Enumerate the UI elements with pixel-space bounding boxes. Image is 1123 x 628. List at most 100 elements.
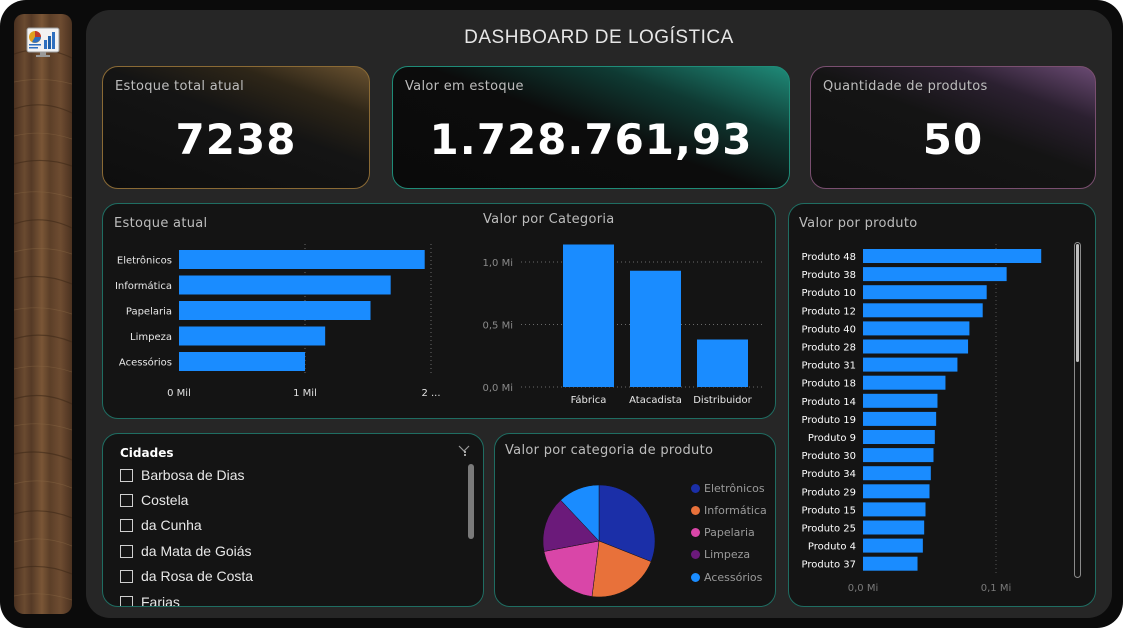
kpi-card-product-count[interactable]: Quantidade de produtos 50: [810, 66, 1096, 189]
kpi-value: 7238: [175, 115, 297, 164]
bar[interactable]: [863, 502, 926, 517]
bar[interactable]: [863, 556, 918, 571]
bar[interactable]: [863, 303, 983, 318]
y-category-label: Produto 30: [802, 451, 857, 462]
kpi-card-total-stock[interactable]: Estoque total atual 7238: [102, 66, 370, 189]
city-option[interactable]: Barbosa de Dias: [120, 465, 245, 485]
legend-dot: [691, 483, 700, 493]
y-category-label: Produto 15: [802, 505, 857, 516]
product-scrollbar[interactable]: [1074, 242, 1081, 578]
bar[interactable]: [179, 250, 425, 269]
cities-slicer: Cidades Barbosa de Dias Costela da Cunha: [102, 433, 484, 607]
bar[interactable]: [863, 411, 937, 426]
bar[interactable]: [863, 430, 935, 444]
bar[interactable]: [179, 326, 326, 346]
left-sidebar: [14, 14, 72, 614]
product-bar-chart[interactable]: 0,0 Mi 0,1 Mi Produto 48 Produto 38 Produto …: [789, 204, 1074, 607]
dashboard-report-icon[interactable]: [26, 26, 60, 60]
checkbox[interactable]: [120, 595, 133, 606]
bar[interactable]: [863, 466, 931, 481]
y-category-label: Produto 18: [802, 379, 857, 390]
y-category-label: Acessórios: [119, 357, 172, 369]
legend-dot: [691, 505, 700, 515]
x-category-label: Fábrica: [571, 394, 607, 406]
bar[interactable]: [863, 339, 969, 354]
legend-label: Acessórios: [704, 570, 763, 584]
product-value-panel: Valor por produto 0,0 Mi 0,1 Mi Produto 48…: [788, 203, 1096, 607]
y-category-label: Produto 29: [802, 487, 857, 498]
x-tick-label: 0,0 Mi: [848, 583, 879, 594]
bar[interactable]: [863, 285, 987, 300]
bar[interactable]: [863, 448, 934, 463]
legend-dot: [691, 549, 700, 559]
city-option[interactable]: da Rosa de Costa: [120, 566, 253, 586]
bar[interactable]: [179, 352, 305, 371]
scrollbar-thumb[interactable]: [1076, 244, 1079, 362]
x-tick-label: 1 Mil: [293, 388, 317, 399]
cities-scrollbar[interactable]: [468, 464, 474, 539]
bar[interactable]: [863, 484, 930, 499]
category-column-chart[interactable]: 0,0 Mi 0,5 Mi 1,0 Mi Fábrica Atacadista Distr…: [473, 204, 773, 419]
bar[interactable]: [179, 301, 371, 320]
city-option[interactable]: Costela: [120, 490, 188, 510]
bar[interactable]: [863, 249, 1042, 263]
kpi-label: Estoque total atual: [115, 79, 245, 94]
y-category-label: Produto 48: [802, 252, 857, 263]
checkbox[interactable]: [120, 493, 133, 507]
city-label: Farias: [141, 594, 180, 607]
chevron-down-icon[interactable]: [457, 442, 471, 456]
city-label: da Rosa de Costa: [141, 568, 254, 584]
column[interactable]: [697, 339, 748, 388]
checkbox[interactable]: [120, 468, 133, 482]
kpi-label: Quantidade de produtos: [823, 79, 988, 94]
city-label: da Cunha: [141, 517, 202, 533]
y-category-label: Papelaria: [126, 307, 172, 318]
city-label: Costela: [141, 492, 189, 508]
y-category-label: Produto 12: [802, 306, 857, 317]
bar[interactable]: [179, 275, 391, 295]
city-label: Barbosa de Dias: [141, 467, 245, 483]
bar[interactable]: [863, 267, 1007, 282]
bar[interactable]: [863, 357, 958, 372]
legend-item[interactable]: Papelaria: [691, 525, 755, 539]
checkbox[interactable]: [120, 569, 133, 583]
wood-texture: [14, 49, 72, 601]
city-option[interactable]: da Mata de Goiás: [120, 541, 252, 561]
legend-label: Limpeza: [704, 547, 751, 561]
dashboard-canvas: DASHBOARD DE LOGÍSTICA Estoque total atu…: [86, 10, 1112, 618]
slicer-title: Cidades: [120, 446, 174, 460]
category-pie-chart[interactable]: [495, 434, 685, 607]
stock-and-category-panel: Estoque atual 0 Mil 1 Mil 2 ... Eletrônicos…: [102, 203, 776, 419]
bar[interactable]: [863, 538, 923, 553]
legend-item[interactable]: Acessórios: [691, 570, 762, 584]
x-category-label: Distribuidor: [693, 395, 752, 406]
legend-item[interactable]: Limpeza: [691, 547, 750, 561]
bar[interactable]: [863, 520, 925, 535]
kpi-card-stock-value[interactable]: Valor em estoque 1.728.761,93: [392, 66, 790, 189]
y-category-label: Limpeza: [130, 332, 172, 343]
legend-label: Informática: [704, 503, 767, 517]
kpi-label: Valor em estoque: [405, 79, 524, 94]
y-category-label: Produto 9: [808, 433, 856, 444]
x-tick-label: 0,1 Mi: [981, 583, 1012, 594]
checkbox[interactable]: [120, 544, 133, 558]
bar[interactable]: [863, 321, 970, 336]
kpi-value: 1.728.761,93: [429, 115, 753, 164]
y-category-label: Eletrônicos: [117, 255, 172, 267]
city-label: da Mata de Goiás: [141, 543, 252, 559]
bar[interactable]: [863, 393, 938, 408]
checkbox[interactable]: [120, 518, 133, 532]
bar[interactable]: [863, 375, 946, 390]
city-option[interactable]: Farias: [120, 592, 180, 607]
legend-item[interactable]: Informática: [691, 503, 767, 517]
x-tick-label: 0 Mil: [167, 388, 191, 399]
legend-item[interactable]: Eletrônicos: [691, 481, 765, 495]
stock-bar-chart[interactable]: 0 Mil 1 Mil 2 ... Eletrônicos Informática Pap…: [103, 204, 463, 419]
column[interactable]: [563, 244, 614, 388]
city-option[interactable]: da Cunha: [120, 515, 202, 535]
app-frame: DASHBOARD DE LOGÍSTICA Estoque total atu…: [0, 0, 1123, 628]
column[interactable]: [630, 270, 681, 387]
y-tick-label: 0,5 Mi: [483, 321, 514, 332]
x-category-label: Atacadista: [629, 395, 682, 406]
y-category-label: Produto 31: [802, 361, 857, 372]
